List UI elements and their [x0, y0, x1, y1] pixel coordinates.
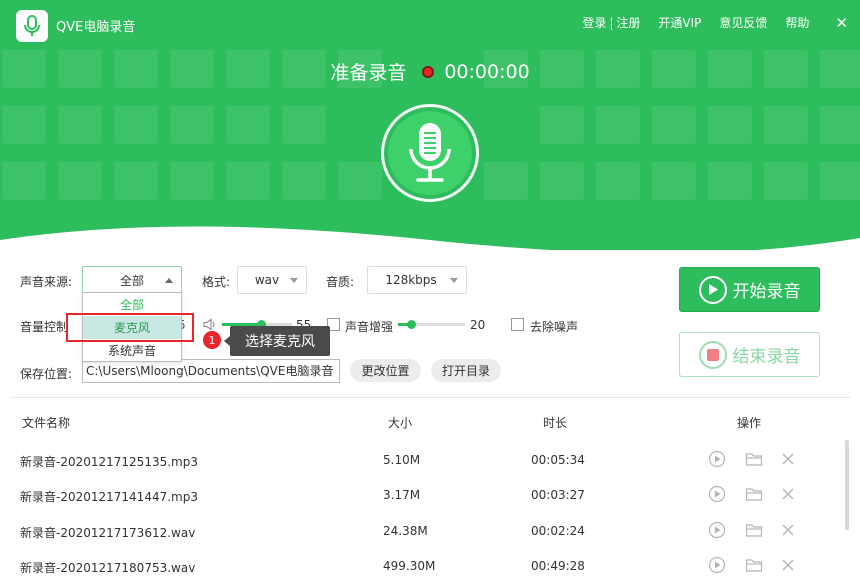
- stop-icon: [698, 340, 727, 369]
- quality-select[interactable]: 128kbps: [367, 266, 467, 294]
- speaker-icon[interactable]: [203, 318, 217, 331]
- file-name: 新录音-20201217125135.mp3: [20, 455, 198, 469]
- quality-label: 音质:: [326, 275, 355, 289]
- file-duration: 00:05:34: [531, 453, 585, 467]
- file-duration: 00:03:27: [531, 488, 585, 502]
- quality-select-value: 128kbps: [385, 273, 437, 287]
- play-icon[interactable]: [708, 450, 726, 468]
- source-select[interactable]: 全部: [82, 266, 182, 294]
- play-icon[interactable]: [708, 521, 726, 539]
- play-icon: [698, 275, 727, 304]
- stop-recording-button[interactable]: 结束录音: [679, 332, 820, 377]
- volume-label: 音量控制: [20, 320, 69, 334]
- boost-label: 声音增强: [345, 320, 394, 334]
- status-label: 准备录音: [330, 62, 407, 84]
- login-link[interactable]: 登录: [582, 14, 606, 31]
- nav-separator: |: [609, 15, 614, 30]
- file-duration: 00:49:28: [531, 559, 585, 573]
- scrollbar[interactable]: [845, 440, 849, 530]
- file-size: 499.30M: [383, 559, 436, 573]
- divider: [10, 397, 850, 398]
- chevron-down-icon: [290, 278, 298, 283]
- record-indicator-icon: [422, 65, 435, 78]
- record-timer: 00:00:00: [444, 60, 530, 83]
- start-recording-label: 开始录音: [732, 282, 801, 302]
- file-size: 3.17M: [383, 488, 421, 502]
- highlight-box: [66, 313, 194, 342]
- boost-value: 20: [470, 318, 486, 332]
- table-row[interactable]: 新录音-20201217141447.mp3 3.17M 00:03:27: [10, 478, 830, 512]
- mic-logo-icon: [24, 15, 40, 36]
- register-link[interactable]: 注册: [616, 14, 640, 31]
- start-recording-button[interactable]: 开始录音: [679, 267, 820, 312]
- folder-icon[interactable]: [745, 485, 763, 503]
- denoise-label: 去除噪声: [530, 320, 579, 334]
- open-directory-button[interactable]: 打开目录: [431, 359, 501, 382]
- folder-icon[interactable]: [745, 521, 763, 539]
- file-name: 新录音-20201217173612.wav: [20, 526, 196, 540]
- record-mic-button[interactable]: [381, 104, 479, 202]
- app-title: QVE电脑录音: [56, 20, 136, 35]
- file-name: 新录音-20201217180753.wav: [20, 561, 196, 575]
- format-select-value: wav: [254, 273, 280, 287]
- boost-slider[interactable]: [398, 320, 465, 329]
- denoise-checkbox[interactable]: [511, 318, 524, 331]
- source-select-value: 全部: [119, 273, 144, 288]
- stop-recording-label: 结束录音: [732, 347, 801, 367]
- source-option-system-sound[interactable]: 系统声音: [83, 339, 181, 362]
- delete-icon[interactable]: [779, 556, 797, 574]
- close-icon[interactable]: ✕: [835, 15, 848, 30]
- header-banner: QVE电脑录音 登录 | 注册 开通VIP 意见反馈 帮助 ✕ 准备录音 00:…: [0, 0, 860, 250]
- file-duration: 00:02:24: [531, 524, 585, 538]
- source-label: 声音来源:: [20, 275, 73, 289]
- save-location-label: 保存位置:: [20, 367, 73, 381]
- format-select[interactable]: wav: [237, 266, 307, 294]
- header-actions: 操作: [737, 416, 762, 430]
- delete-icon[interactable]: [779, 485, 797, 503]
- chevron-down-icon: [450, 278, 458, 283]
- table-row[interactable]: 新录音-20201217173612.wav 24.38M 00:02:24: [10, 514, 830, 548]
- delete-icon[interactable]: [779, 521, 797, 539]
- header-size: 大小: [388, 416, 413, 430]
- table-row[interactable]: 新录音-20201217125135.mp3 5.10M 00:05:34: [10, 443, 830, 477]
- step-badge: 1: [203, 331, 221, 349]
- feedback-link[interactable]: 意见反馈: [719, 14, 767, 31]
- microphone-icon: [409, 123, 451, 182]
- help-link[interactable]: 帮助: [785, 14, 809, 31]
- folder-icon[interactable]: [745, 556, 763, 574]
- change-location-button[interactable]: 更改位置: [350, 359, 421, 382]
- play-icon[interactable]: [708, 485, 726, 503]
- header-duration: 时长: [543, 416, 568, 430]
- slider-handle[interactable]: [407, 320, 416, 329]
- app-logo: [16, 10, 48, 42]
- file-size: 5.10M: [383, 453, 421, 467]
- save-path-field[interactable]: C:\Users\Mloong\Documents\QVE电脑录音: [82, 359, 340, 383]
- top-navigation: 登录 | 注册 开通VIP 意见反馈 帮助 ✕: [582, 14, 848, 31]
- folder-icon[interactable]: [745, 450, 763, 468]
- format-label: 格式:: [202, 275, 231, 289]
- delete-icon[interactable]: [779, 450, 797, 468]
- file-size: 24.38M: [383, 524, 428, 538]
- file-name: 新录音-20201217141447.mp3: [20, 490, 198, 504]
- caret-up-icon: [165, 278, 173, 283]
- hint-tooltip: 选择麦克风: [224, 326, 330, 356]
- table-row[interactable]: 新录音-20201217180753.wav 499.30M 00:49:28: [10, 549, 830, 580]
- play-icon[interactable]: [708, 556, 726, 574]
- recording-status: 准备录音 00:00:00: [0, 58, 860, 85]
- vip-link[interactable]: 开通VIP: [658, 14, 701, 31]
- header-wave: [0, 226, 860, 250]
- header-filename: 文件名称: [22, 416, 71, 430]
